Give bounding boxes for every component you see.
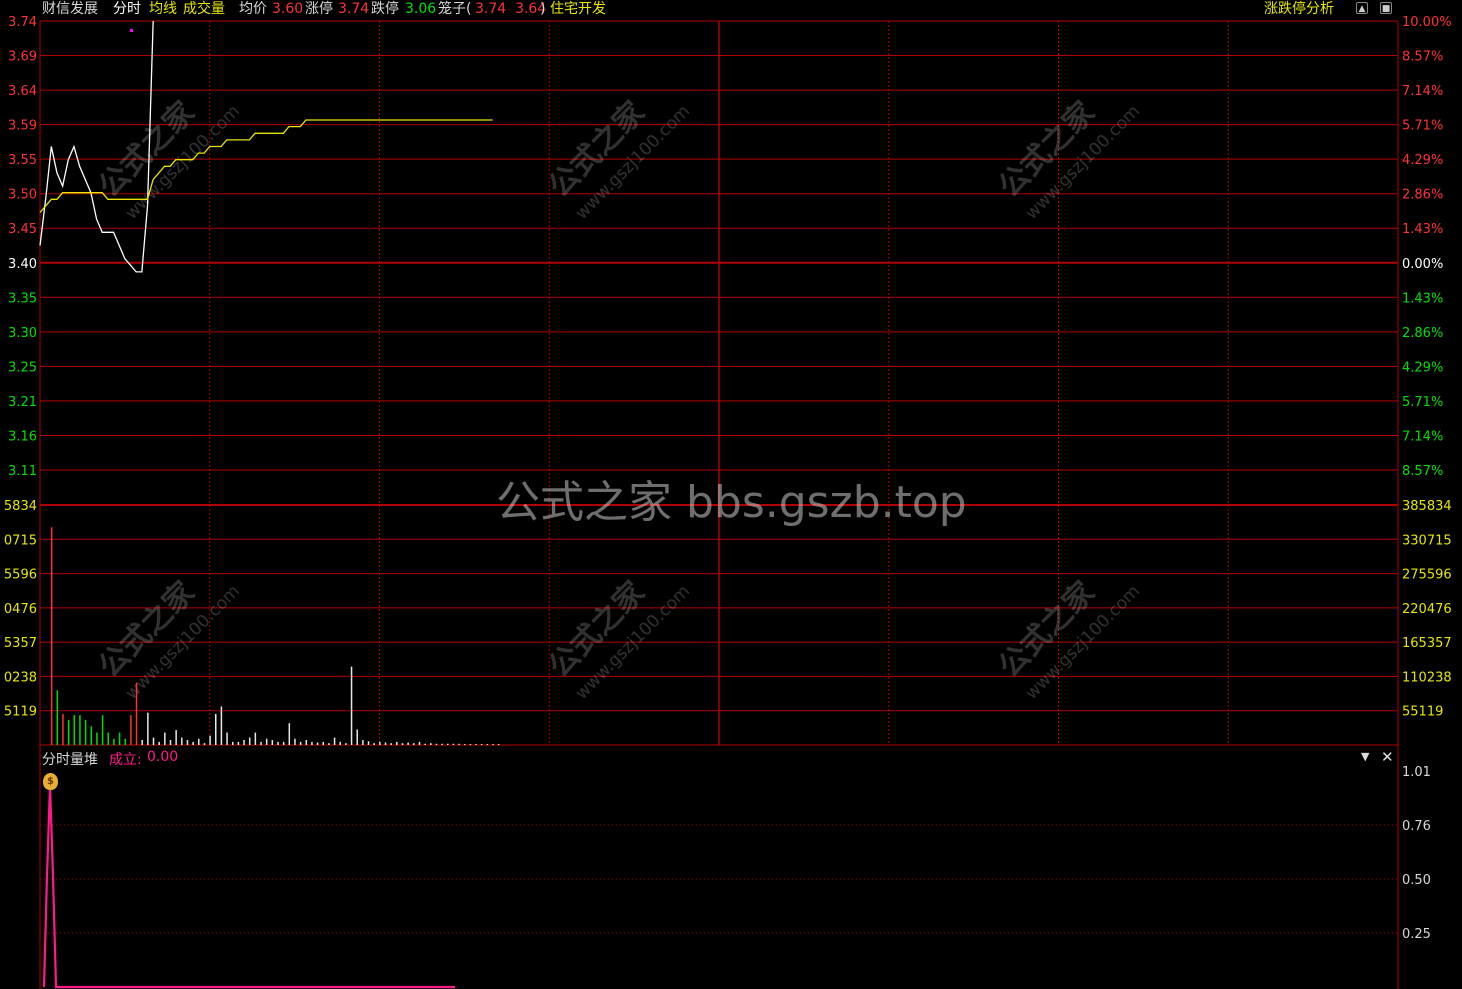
money-bag-icon: $ [43,773,58,790]
volume-tick-label: 0715 [4,533,37,548]
indicator-tick-label: 1.01 [1402,765,1431,780]
pct-tick-label: 1.43% [1402,291,1443,306]
price-tick-label: 3.50 [8,188,37,203]
indicator-param-label: 成立: [109,752,142,768]
price-tick-label: 3.74 [8,15,37,30]
price-tick-label: 3.25 [8,360,37,375]
pct-tick-label: 0.00% [1402,257,1443,272]
watermark-tile: 公式之家www.gszj100.com [992,575,1144,704]
indicator-name[interactable]: 分时量堆 [42,749,98,769]
pct-tick-label: 7.14% [1402,84,1443,99]
volume-tick-label-right: 275596 [1402,568,1452,583]
watermark-tile: 公式之家www.gszj100.com [542,575,694,704]
volume-tick-label-right: 385834 [1402,499,1452,514]
price-tick-label: 3.40 [8,257,37,272]
volume-tick-label: 5596 [4,568,37,583]
price-tick-label: 3.59 [8,119,37,134]
indicator-tick-label: 0.50 [1402,873,1431,888]
center-watermark: 公式之家 bbs.gszb.top [496,477,967,528]
volume-tick-label-right: 330715 [1402,533,1452,548]
price-tick-label: 3.35 [8,291,37,306]
pct-tick-label: 2.86% [1402,326,1443,341]
watermark-tile: 公式之家www.gszj100.com [92,95,244,224]
pct-tick-label: 4.29% [1402,360,1443,375]
volume-tick-label-right: 110238 [1402,670,1452,685]
price-tick-label: 3.30 [8,326,37,341]
pct-tick-label: 7.14% [1402,429,1443,444]
signal-marker [130,29,133,32]
price-tick-label: 3.16 [8,429,37,444]
volume-tick-label-right: 220476 [1402,602,1452,617]
volume-tick-label-right: 55119 [1402,705,1443,720]
indicator-tick-label: 0.76 [1402,819,1431,834]
volume-tick-label: 5357 [4,636,37,651]
pct-tick-label: 2.86% [1402,188,1443,203]
indicator-tick-label: 0.25 [1402,927,1431,942]
volume-tick-label: 0238 [4,670,37,685]
watermark-tile: 公式之家www.gszj100.com [92,575,244,704]
watermark-tile: 公式之家www.gszj100.com [542,95,694,224]
close-icon[interactable]: ✕ [1381,748,1394,766]
price-tick-label: 3.69 [8,50,37,65]
pct-tick-label: 4.29% [1402,153,1443,168]
watermark-tile: 公式之家www.gszj100.com [992,95,1144,224]
indicator-param-value: 0.00 [147,749,179,765]
volume-tick-label: 0476 [4,602,37,617]
pct-tick-label: 1.43% [1402,222,1443,237]
volume-tick-label: 5834 [4,499,37,514]
price-tick-label: 3.11 [8,464,37,479]
price-tick-label: 3.45 [8,222,37,237]
pct-tick-label: 8.57% [1402,50,1443,65]
indicator-line [42,784,455,989]
price-tick-label: 3.55 [8,153,37,168]
pct-tick-label: 10.00% [1402,15,1452,30]
pct-tick-label: 8.57% [1402,464,1443,479]
price-tick-label: 3.21 [8,395,37,410]
price-tick-label: 3.64 [8,84,37,99]
watermark-tiles: 公式之家www.gszj100.com 公式之家www.gszj100.com 公式… [92,95,1144,704]
pct-tick-label: 5.71% [1402,395,1443,410]
pct-tick-label: 5.71% [1402,119,1443,134]
volume-tick-label-right: 165357 [1402,636,1452,651]
volume-tick-label: 5119 [4,705,37,720]
dropdown-icon[interactable]: ▼ [1361,750,1369,763]
